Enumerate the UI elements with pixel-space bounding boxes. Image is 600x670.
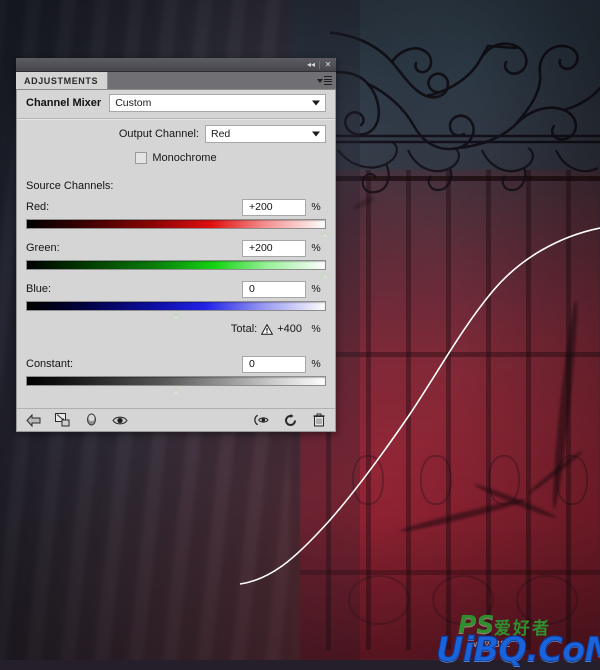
channel-green-header: Green: +200 % (26, 239, 326, 257)
tab-adjustments[interactable]: ADJUSTMENTS (16, 72, 109, 89)
total-unit: % (311, 323, 321, 335)
return-to-adjustment-list-icon[interactable] (25, 413, 41, 428)
channel-green-slider-track[interactable] (26, 260, 331, 278)
chevron-down-icon (312, 131, 320, 137)
close-panel-button[interactable]: ✕ (320, 58, 336, 71)
total-value: +400 (277, 323, 302, 335)
constant-slider-thumb[interactable] (169, 386, 183, 394)
constant-slider-track[interactable] (26, 376, 326, 394)
channel-red-input[interactable]: +200 (242, 198, 306, 216)
warning-triangle-icon (261, 323, 274, 335)
panel-titlebar: ◂◂ ✕ (16, 58, 336, 72)
channel-blue-slider-thumb[interactable] (169, 311, 183, 319)
channel-red-label: Red: (26, 201, 50, 213)
total-row: Total: +400 % (17, 317, 335, 341)
channel-blue-unit: % (311, 283, 321, 295)
channel-red-slider-track[interactable] (26, 219, 331, 237)
channel-green-unit: % (311, 242, 321, 254)
channel-red-slider-thumb[interactable] (318, 229, 332, 237)
channel-blue-slider-track[interactable] (26, 301, 326, 319)
constant-label: Constant: (26, 358, 74, 370)
preset-row: Channel Mixer Custom (17, 90, 335, 116)
channel-red-header: Red: +200 % (26, 198, 326, 216)
channel-red: Red: +200 % (17, 194, 335, 237)
output-channel-label: Output Channel: (118, 128, 199, 140)
monochrome-checkbox[interactable] (135, 152, 148, 164)
channel-green: Green: +200 % (17, 229, 335, 278)
channel-red-unit: % (311, 201, 321, 213)
adjustment-title: Channel Mixer (26, 97, 102, 109)
panel-tabbar: ADJUSTMENTS (16, 72, 336, 90)
tabbar-filler (108, 72, 336, 89)
adjustments-panel: ◂◂ ✕ ADJUSTMENTS Channel Mixer Custom Ou… (16, 58, 336, 432)
toggle-layer-visibility-icon[interactable] (83, 413, 99, 428)
collapse-panel-button[interactable]: ◂◂ (303, 58, 319, 71)
constant-channel: Constant: 0 % (17, 341, 335, 394)
monochrome-label: Monochrome (152, 152, 217, 164)
output-channel-row: Output Channel: Red (17, 120, 335, 148)
channel-blue-label: Blue: (26, 283, 52, 295)
panel-footer-toolbar (17, 409, 335, 431)
channel-green-label: Green: (26, 242, 60, 254)
constant-unit: % (311, 358, 321, 370)
watermark: PS 爱好者 www.88z UiBQ.CoM (435, 608, 600, 670)
channel-blue-header: Blue: 0 % (26, 280, 326, 298)
output-channel-select[interactable]: Red (205, 125, 326, 143)
channel-blue-input[interactable]: 0 (242, 280, 306, 298)
constant-header: Constant: 0 % (26, 355, 326, 373)
preview-eye-icon[interactable] (112, 413, 128, 428)
view-previous-state-icon[interactable] (253, 413, 269, 428)
channel-blue: Blue: 0 % (17, 270, 335, 319)
monochrome-row: Monochrome (17, 148, 335, 168)
watermark-site-name: UiBQ.CoM (435, 630, 600, 670)
channel-green-slider-thumb[interactable] (318, 270, 332, 278)
preset-select-value: Custom (115, 97, 152, 109)
delete-adjustment-layer-icon[interactable] (311, 413, 327, 428)
clip-to-layer-icon[interactable] (54, 413, 70, 428)
panel-menu-icon[interactable] (317, 76, 332, 85)
channel-green-input[interactable]: +200 (242, 239, 306, 257)
panel-body: Channel Mixer Custom Output Channel: Red… (16, 90, 336, 432)
reset-adjustment-icon[interactable] (282, 413, 298, 428)
chevron-down-icon (312, 100, 320, 106)
preset-select[interactable]: Custom (109, 94, 326, 112)
output-channel-value: Red (211, 128, 231, 140)
total-label: Total: (230, 323, 258, 335)
chevron-down-icon (317, 78, 323, 83)
menu-lines-icon (324, 76, 332, 85)
constant-input[interactable]: 0 (242, 355, 306, 373)
source-channels-label: Source Channels: (26, 180, 114, 192)
